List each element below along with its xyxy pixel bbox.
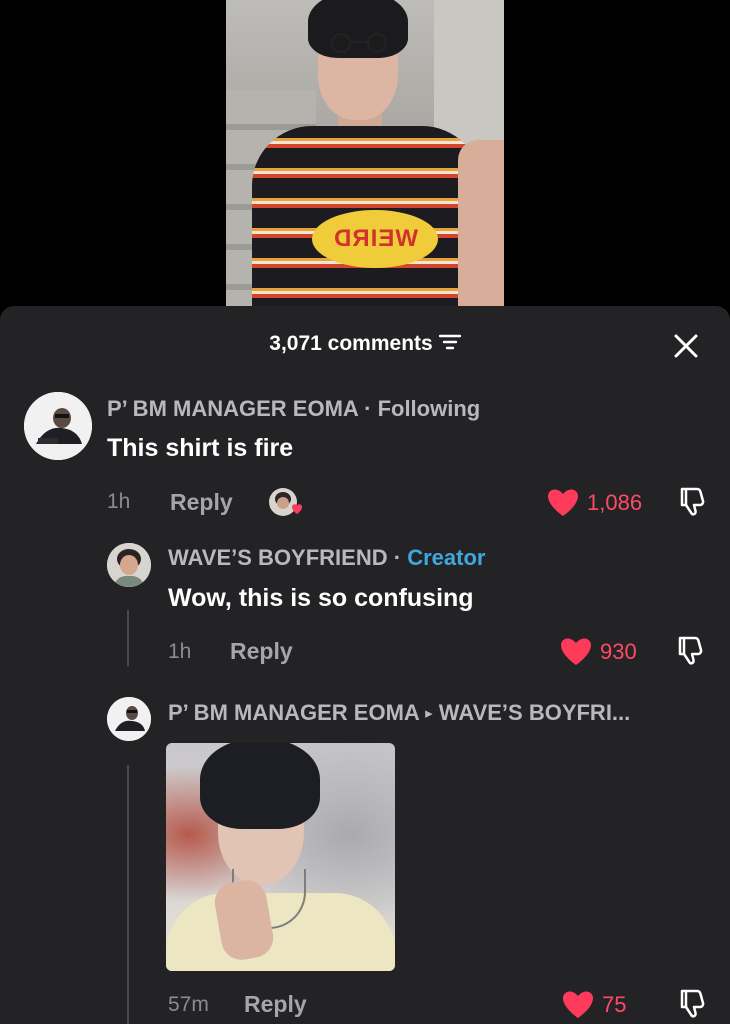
heart-icon[interactable] [547,487,579,517]
heart-icon[interactable] [562,989,594,1019]
reply-button[interactable]: Reply [230,638,293,665]
video-preview[interactable]: WEIRD [226,0,504,306]
arm [458,140,504,306]
avatar-person-icon [24,392,92,460]
comment-author[interactable]: WAVE’S BOYFRIEND · Creator [168,545,485,571]
comment-time: 1h [107,490,131,513]
like-count: 75 [602,992,627,1017]
comment-author[interactable]: P’ BM MANAGER EOMA · Following [107,396,480,422]
creator-liked-icon [268,487,302,517]
thread-line [127,610,129,666]
like-count: 930 [600,639,637,664]
sort-icon[interactable] [438,333,461,351]
dislike-icon[interactable] [678,988,708,1020]
following-label: Following [377,396,481,421]
hair [200,743,320,829]
comments-count: 3,071 comments [269,332,433,355]
avatar[interactable] [107,543,151,587]
comment-author[interactable]: P’ BM MANAGER EOMA ▸ WAVE’S BOYFRI... [168,700,630,726]
reply-button[interactable]: Reply [170,489,233,516]
close-icon[interactable] [672,332,700,360]
shirt-logo: WEIRD [312,210,438,268]
heart-icon[interactable] [560,636,592,666]
reply-image[interactable] [166,743,395,971]
comment-time: 57m [168,993,209,1016]
avatar-person-icon [107,543,151,587]
thread-line [127,765,129,1024]
avatar[interactable] [107,697,151,741]
avatar[interactable] [24,392,92,460]
glasses-icon [330,32,388,54]
creator-badge: Creator [407,545,486,570]
dislike-icon[interactable] [676,635,706,667]
reply-arrow-icon: ▸ [425,705,433,722]
like-count: 1,086 [587,490,643,515]
comment-text: This shirt is fire [107,434,294,462]
avatar-person-icon [107,697,151,741]
comment-text: Wow, this is so confusing [168,584,474,612]
reply-button[interactable]: Reply [244,991,307,1018]
dislike-icon[interactable] [678,486,708,518]
comments-header: 3,071 comments [0,332,730,356]
reply-to-user[interactable]: WAVE’S BOYFRI... [439,700,631,725]
comment-time: 1h [168,640,192,663]
